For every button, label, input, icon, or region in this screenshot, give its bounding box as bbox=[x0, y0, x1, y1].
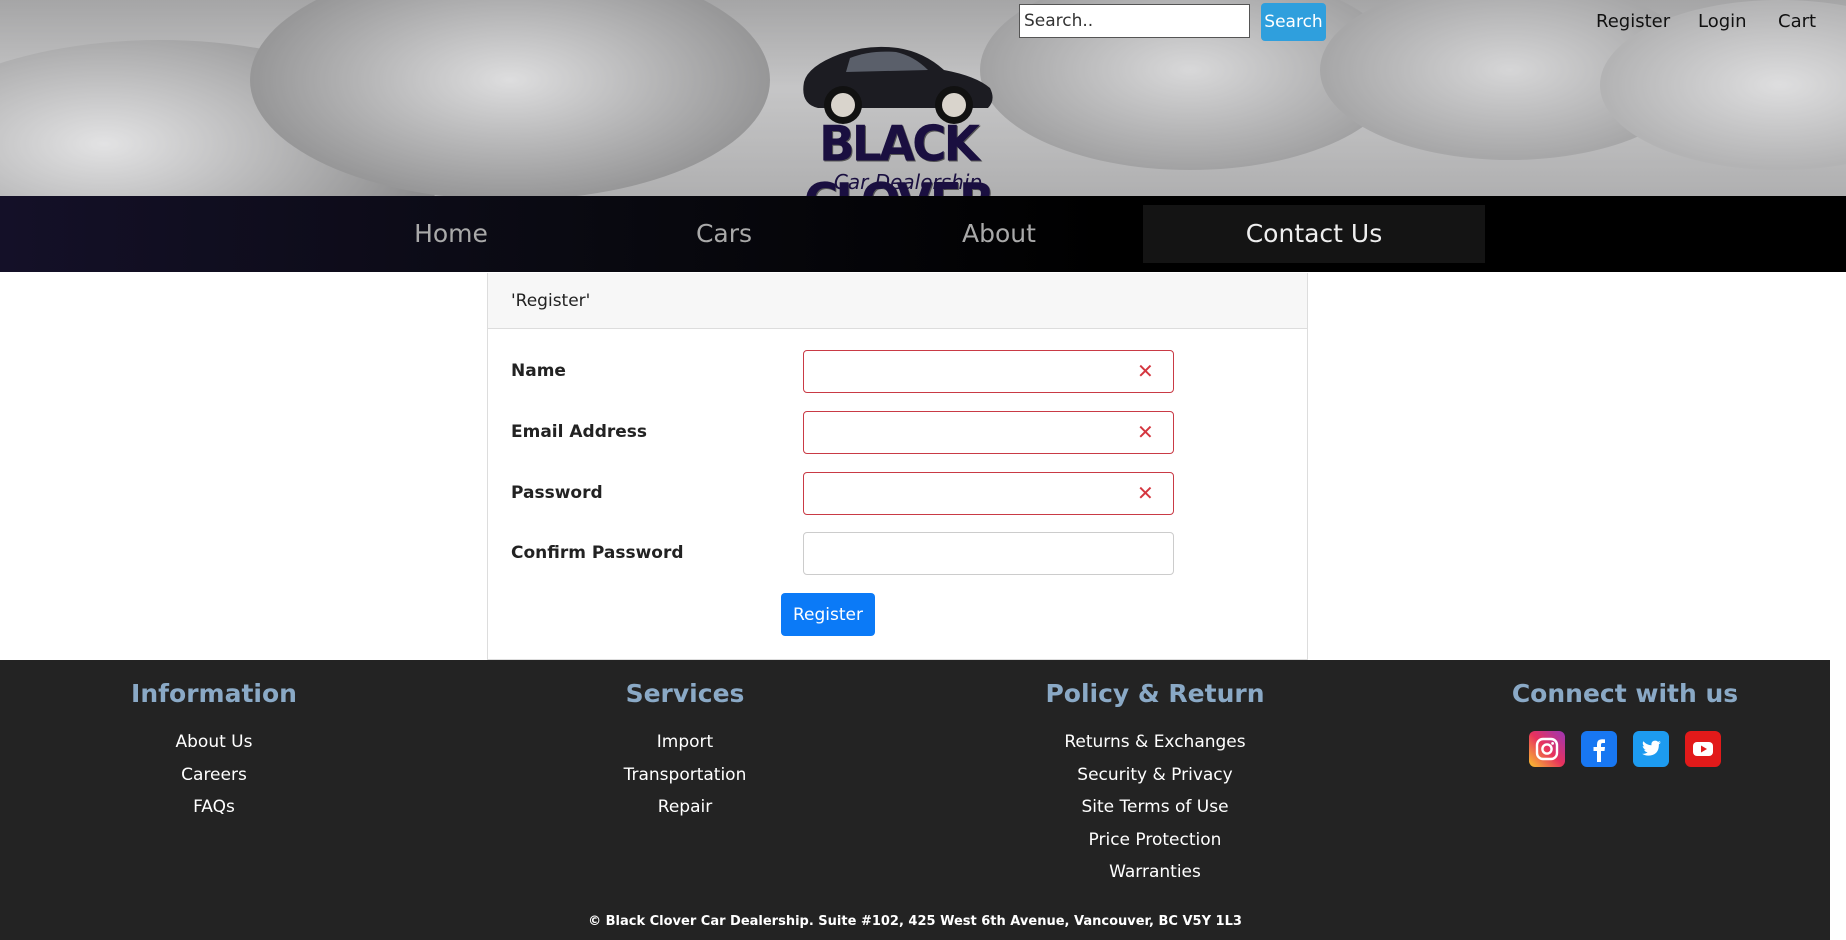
search-input[interactable] bbox=[1019, 4, 1250, 38]
footer-link-careers[interactable]: Careers bbox=[181, 765, 247, 785]
footer-link-import[interactable]: Import bbox=[657, 732, 713, 752]
footer-heading: Policy & Return bbox=[1045, 679, 1265, 708]
instagram-icon[interactable] bbox=[1529, 731, 1565, 767]
main-nav: Home Cars About Contact Us bbox=[0, 196, 1846, 272]
nav-contact-us[interactable]: Contact Us bbox=[1143, 205, 1485, 263]
footer-link-faqs[interactable]: FAQs bbox=[193, 797, 235, 817]
footer-links: Import Transportation Repair bbox=[535, 732, 835, 830]
error-x-icon: ✕ bbox=[1137, 481, 1154, 505]
register-link[interactable]: Register bbox=[1596, 11, 1670, 32]
error-x-icon: ✕ bbox=[1137, 420, 1154, 444]
footer-links: Returns & Exchanges Security & Privacy S… bbox=[1005, 732, 1305, 895]
footer-link-repair[interactable]: Repair bbox=[658, 797, 712, 817]
register-button[interactable]: Register bbox=[781, 593, 875, 636]
twitter-icon[interactable] bbox=[1633, 731, 1669, 767]
nav-about[interactable]: About bbox=[912, 205, 1086, 263]
logo-subtitle: Car Dealership bbox=[833, 170, 983, 194]
footer-heading: Services bbox=[625, 679, 745, 708]
form-row-email: Email Address ✕ bbox=[511, 411, 1291, 454]
footer-link-warranties[interactable]: Warranties bbox=[1109, 862, 1201, 882]
footer-link-about-us[interactable]: About Us bbox=[176, 732, 253, 752]
name-field[interactable]: ✕ bbox=[803, 350, 1174, 393]
password-label: Password bbox=[511, 483, 603, 503]
youtube-icon[interactable] bbox=[1685, 731, 1721, 767]
social-icons bbox=[1475, 731, 1775, 767]
email-label: Email Address bbox=[511, 422, 648, 442]
footer-link-terms[interactable]: Site Terms of Use bbox=[1081, 797, 1228, 817]
form-row-name: Name ✕ bbox=[511, 350, 1291, 393]
form-row-confirm-password: Confirm Password bbox=[511, 532, 1291, 575]
footer-heading: Connect with us bbox=[1511, 679, 1739, 708]
confirm-password-label: Confirm Password bbox=[511, 543, 684, 563]
car-logo-icon bbox=[803, 46, 993, 124]
email-field[interactable]: ✕ bbox=[803, 411, 1174, 454]
card-title: 'Register' bbox=[488, 273, 1307, 329]
copyright-text: © Black Clover Car Dealership. Suite #10… bbox=[588, 914, 1242, 929]
login-link[interactable]: Login bbox=[1698, 11, 1747, 32]
name-label: Name bbox=[511, 361, 566, 381]
header-banner: BLACK CLOVER Car Dealership Search Regis… bbox=[0, 0, 1846, 196]
footer-link-security[interactable]: Security & Privacy bbox=[1077, 765, 1232, 785]
confirm-password-field[interactable] bbox=[803, 532, 1174, 575]
error-x-icon: ✕ bbox=[1137, 359, 1154, 383]
nav-home[interactable]: Home bbox=[364, 205, 538, 263]
footer-link-transportation[interactable]: Transportation bbox=[624, 765, 747, 785]
register-card: 'Register' Name ✕ Email Address ✕ Passwo… bbox=[487, 273, 1308, 660]
footer: Information About Us Careers FAQs Servic… bbox=[0, 660, 1830, 940]
search-button[interactable]: Search bbox=[1261, 3, 1326, 41]
footer-link-returns[interactable]: Returns & Exchanges bbox=[1064, 732, 1245, 752]
cart-link[interactable]: Cart bbox=[1778, 11, 1816, 32]
footer-link-price-protection[interactable]: Price Protection bbox=[1089, 830, 1222, 850]
footer-links: About Us Careers FAQs bbox=[64, 732, 364, 830]
site-logo[interactable]: BLACK CLOVER Car Dealership bbox=[748, 42, 1048, 196]
password-field[interactable]: ✕ bbox=[803, 472, 1174, 515]
nav-cars[interactable]: Cars bbox=[637, 205, 811, 263]
facebook-icon[interactable] bbox=[1581, 731, 1617, 767]
footer-heading: Information bbox=[131, 679, 297, 708]
form-row-password: Password ✕ bbox=[511, 472, 1291, 515]
